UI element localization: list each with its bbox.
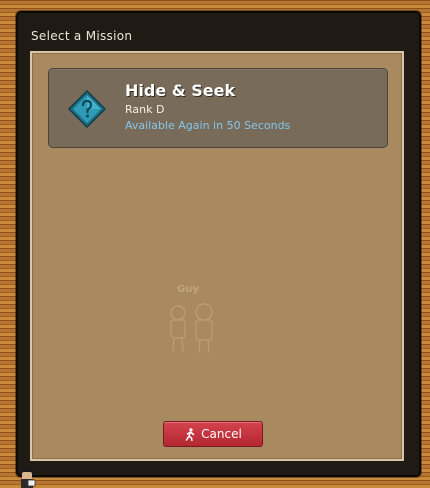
cancel-button-label: Cancel [201, 427, 242, 441]
mission-availability-status: Available Again in 50 Seconds [125, 119, 291, 132]
mission-name: Hide & Seek [125, 81, 236, 100]
mission-select-dialog: Select a Mission Hide & Seek Rank D Avai… [16, 11, 421, 477]
cancel-button[interactable]: Cancel [163, 421, 263, 447]
mission-rank: Rank D [125, 103, 165, 116]
walking-person-icon [185, 427, 195, 441]
question-diamond-icon [67, 89, 107, 129]
npc-characters-sprite [170, 303, 213, 354]
npc-name-label: Guy [177, 284, 199, 295]
mission-list-area: Hide & Seek Rank D Available Again in 50… [30, 51, 404, 461]
player-character-sprite [20, 466, 36, 488]
mission-card-hide-and-seek[interactable]: Hide & Seek Rank D Available Again in 50… [48, 68, 388, 148]
dialog-title: Select a Mission [31, 29, 133, 43]
